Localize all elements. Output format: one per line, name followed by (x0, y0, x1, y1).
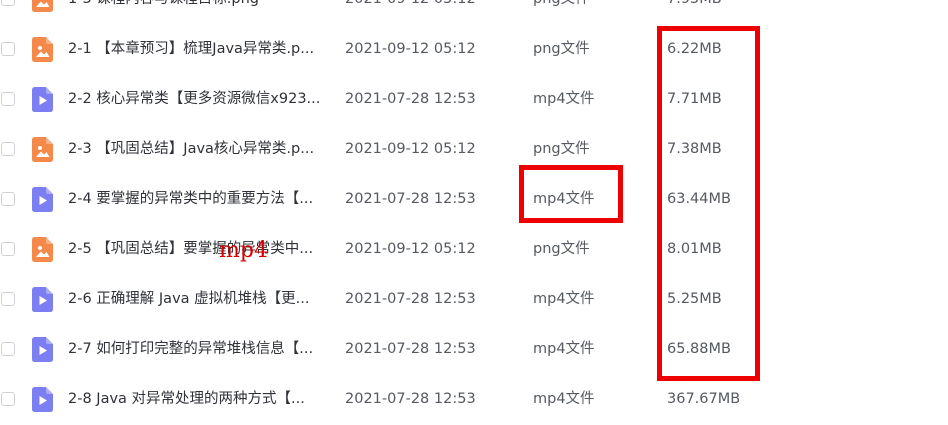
file-row[interactable]: 2-7 如何打印完整的异常堆栈信息【... 2021-07-28 12:53 mp4… (0, 325, 948, 375)
file-size: 8.01MB (667, 241, 722, 257)
file-name[interactable]: 2-2 核心异常类【更多资源微信x923... (68, 89, 320, 109)
file-row[interactable]: 1-3 课程内容与课程目标.png 2021-09-12 05:12 png文件 7.… (0, 0, 948, 25)
file-type: mp4文件 (533, 391, 595, 407)
row-checkbox[interactable] (1, 242, 15, 256)
file-name[interactable]: 1-3 课程内容与课程目标.png (68, 0, 259, 9)
file-type: png文件 (533, 241, 590, 257)
row-checkbox[interactable] (1, 142, 15, 156)
file-size: 367.67MB (667, 391, 741, 407)
file-size: 6.22MB (667, 41, 722, 57)
file-type: mp4文件 (533, 291, 595, 307)
file-size: 7.38MB (667, 141, 722, 157)
file-list: 1-3 课程内容与课程目标.png 2021-09-12 05:12 png文件 7.… (0, 0, 948, 421)
file-name[interactable]: 2-8 Java 对异常处理的两种方式【... (68, 389, 305, 409)
file-row[interactable]: 2-4 要掌握的异常类中的重要方法【... 2021-07-28 12:53 mp4… (0, 175, 948, 225)
file-type: mp4文件 (533, 341, 595, 357)
row-checkbox[interactable] (1, 42, 15, 56)
file-name[interactable]: 2-3 【巩固总结】Java核心异常类.p... (68, 139, 314, 159)
file-size: 7.71MB (667, 91, 722, 107)
video-file-icon (32, 187, 53, 212)
file-type: png文件 (533, 41, 590, 57)
file-modified-time: 2021-09-12 05:12 (345, 241, 476, 257)
file-size: 5.25MB (667, 291, 722, 307)
file-modified-time: 2021-07-28 12:53 (345, 91, 476, 107)
image-file-icon (32, 0, 53, 12)
file-name[interactable]: 2-7 如何打印完整的异常堆栈信息【... (68, 339, 313, 359)
file-modified-time: 2021-07-28 12:53 (345, 191, 476, 207)
file-type: png文件 (533, 141, 590, 157)
file-row[interactable]: 2-8 Java 对异常处理的两种方式【... 2021-07-28 12:53 m… (0, 375, 948, 425)
file-modified-time: 2021-07-28 12:53 (345, 291, 476, 307)
file-row[interactable]: 2-1 【本章预习】梳理Java异常类.p... 2021-09-12 05:12… (0, 25, 948, 75)
file-modified-time: 2021-09-12 05:12 (345, 41, 476, 57)
image-file-icon (32, 37, 53, 62)
file-size: 7.95MB (667, 0, 722, 9)
video-file-icon (32, 387, 53, 412)
file-name[interactable]: 2-6 正确理解 Java 虚拟机堆栈【更... (68, 289, 309, 309)
file-type: png文件 (533, 0, 590, 9)
file-modified-time: 2021-07-28 12:53 (345, 341, 476, 357)
row-checkbox[interactable] (1, 92, 15, 106)
row-checkbox[interactable] (1, 192, 15, 206)
file-type: mp4文件 (533, 91, 595, 107)
row-checkbox[interactable] (1, 392, 15, 406)
image-file-icon (32, 137, 53, 162)
handwritten-annotation: mp4 (219, 238, 268, 263)
file-name[interactable]: 2-5 【巩固总结】要掌握的异常类中... (68, 239, 313, 259)
file-row[interactable]: 2-5 【巩固总结】要掌握的异常类中... 2021-09-12 05:12 png… (0, 225, 948, 275)
file-size: 63.44MB (667, 191, 731, 207)
row-checkbox[interactable] (1, 0, 15, 6)
file-row[interactable]: 2-2 核心异常类【更多资源微信x923... 2021-07-28 12:53 m… (0, 75, 948, 125)
video-file-icon (32, 287, 53, 312)
file-row[interactable]: 2-6 正确理解 Java 虚拟机堆栈【更... 2021-07-28 12:53… (0, 275, 948, 325)
file-row[interactable]: 2-3 【巩固总结】Java核心异常类.p... 2021-09-12 05:12… (0, 125, 948, 175)
row-checkbox[interactable] (1, 292, 15, 306)
file-modified-time: 2021-07-28 12:53 (345, 391, 476, 407)
video-file-icon (32, 87, 53, 112)
file-modified-time: 2021-09-12 05:12 (345, 0, 476, 9)
video-file-icon (32, 337, 53, 362)
file-modified-time: 2021-09-12 05:12 (345, 141, 476, 157)
file-name[interactable]: 2-1 【本章预习】梳理Java异常类.p... (68, 39, 314, 59)
file-size: 65.88MB (667, 341, 731, 357)
row-checkbox[interactable] (1, 342, 15, 356)
file-name[interactable]: 2-4 要掌握的异常类中的重要方法【... (68, 189, 313, 209)
image-file-icon (32, 237, 53, 262)
file-type: mp4文件 (533, 191, 595, 207)
